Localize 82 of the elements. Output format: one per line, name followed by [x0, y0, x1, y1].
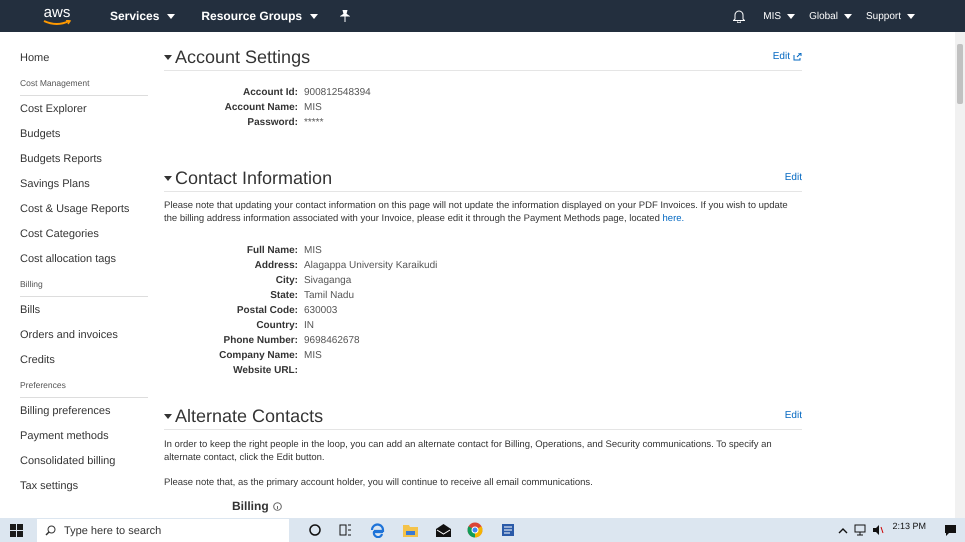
- caret-icon: [907, 14, 915, 18]
- note-text: Please note that updating your contact information on this page will not update the information displayed on your PDF Invoices. If you wish to update the billing address information associated with your Invoice, please edit it through the Payment Methods page, located here.: [164, 199, 789, 225]
- bell-icon[interactable]: [733, 9, 746, 23]
- section-title: Contact Information: [175, 167, 332, 189]
- sidebar-link[interactable]: Home: [20, 50, 168, 75]
- sidebar-heading: Preferences: [20, 379, 148, 398]
- browser-icon[interactable]: [370, 522, 385, 538]
- chrome-icon[interactable]: [467, 522, 483, 538]
- caret-icon: [167, 14, 176, 18]
- subheading: Billing: [232, 499, 269, 513]
- caret-icon: [787, 14, 796, 18]
- sidebar-link[interactable]: Savings Plans: [20, 176, 168, 201]
- field-label: Account Name:: [224, 101, 298, 115]
- field-label: Account Id:: [242, 86, 298, 100]
- chevron-up-icon[interactable]: [838, 526, 848, 534]
- nav-menu[interactable]: Resource Groups: [201, 7, 318, 25]
- aws-logo[interactable]: aws: [40, 5, 74, 27]
- sidebar-link[interactable]: Cost Categories: [20, 226, 168, 251]
- search-icon: [45, 525, 56, 536]
- field-value: 900812548394: [304, 86, 372, 100]
- field-value: MIS: [304, 349, 323, 363]
- field-label: City:: [274, 274, 298, 288]
- sidebar-link[interactable]: Bills: [20, 302, 168, 327]
- caret-icon: [310, 14, 318, 18]
- sidebar-heading: Billing: [20, 278, 148, 297]
- sidebar-link[interactable]: Budgets Reports: [20, 151, 168, 176]
- pin-icon[interactable]: [340, 10, 350, 22]
- network-icon[interactable]: [854, 524, 866, 536]
- nav-menu[interactable]: Support: [866, 8, 915, 24]
- task-view-icon[interactable]: [339, 524, 352, 536]
- nav-menu[interactable]: Global: [809, 8, 852, 24]
- field-value: Sivaganga: [304, 274, 352, 288]
- paragraph-text: Please note that, as the primary account holder, you will continue to receive all email communications.: [164, 476, 594, 489]
- edit-link[interactable]: Edit: [772, 49, 802, 64]
- sidebar-link[interactable]: Credits: [20, 352, 168, 377]
- field-label: Company Name:: [218, 349, 298, 363]
- field-value: 9698462678: [304, 334, 361, 348]
- field-value: IN: [304, 319, 315, 333]
- scrollbar[interactable]: [955, 32, 965, 518]
- field-value: MIS: [304, 244, 323, 258]
- collapse-caret-icon[interactable]: [164, 54, 172, 60]
- edit-link[interactable]: Edit: [784, 408, 802, 423]
- cortana-icon[interactable]: [309, 524, 321, 536]
- sidebar-link[interactable]: Orders and invoices: [20, 327, 168, 352]
- sidebar-link[interactable]: Budgets: [20, 126, 168, 151]
- field-label: Full Name:: [246, 244, 298, 258]
- field-value: Tamil Nadu: [304, 289, 356, 303]
- mail-icon[interactable]: [436, 524, 451, 536]
- field-value: *****: [304, 116, 324, 130]
- clock-time: 2:13 PM: [892, 520, 926, 533]
- collapse-caret-icon[interactable]: [164, 176, 172, 180]
- field-value: Alagappa University Karaikudi: [304, 259, 438, 273]
- paragraph-text: In order to keep the right people in the loop, you can add an alternate contact for Billing, Operations, and Security communications. To specify an alternate contact, click the Edit button.: [164, 438, 773, 464]
- info-icon[interactable]: [272, 502, 282, 510]
- field-label: Website URL:: [232, 364, 298, 378]
- field-label: Postal Code:: [236, 304, 298, 318]
- here-link[interactable]: here.: [662, 213, 684, 224]
- caret-icon: [844, 14, 852, 18]
- section-title: Account Settings: [175, 46, 310, 68]
- start-icon[interactable]: [10, 524, 23, 536]
- field-value: MIS: [304, 101, 323, 115]
- sidebar-link[interactable]: Billing preferences: [20, 403, 168, 428]
- sidebar-heading: Cost Management: [20, 77, 148, 96]
- field-label: Phone Number:: [222, 334, 298, 348]
- edit-link[interactable]: Edit: [784, 170, 802, 185]
- sidebar-link[interactable]: Cost allocation tags: [20, 251, 168, 276]
- external-link-icon: [793, 52, 802, 60]
- document-icon[interactable]: [501, 523, 515, 537]
- collapse-caret-icon[interactable]: [164, 414, 172, 418]
- field-label: State:: [269, 289, 298, 303]
- search-field[interactable]: Type here to search: [37, 519, 289, 542]
- section-title: Alternate Contacts: [175, 405, 324, 427]
- folder-icon[interactable]: [403, 524, 418, 536]
- field-label: Address:: [254, 259, 298, 273]
- nav-menu[interactable]: Services: [110, 7, 176, 25]
- notification-icon[interactable]: [944, 524, 957, 536]
- nav-menu[interactable]: MIS: [763, 8, 796, 24]
- field-label: Country:: [255, 319, 298, 333]
- speaker-icon[interactable]: [872, 524, 884, 536]
- field-value: 630003: [304, 304, 338, 318]
- sidebar-link[interactable]: Cost Explorer: [20, 101, 168, 126]
- field-label: Password:: [246, 116, 298, 130]
